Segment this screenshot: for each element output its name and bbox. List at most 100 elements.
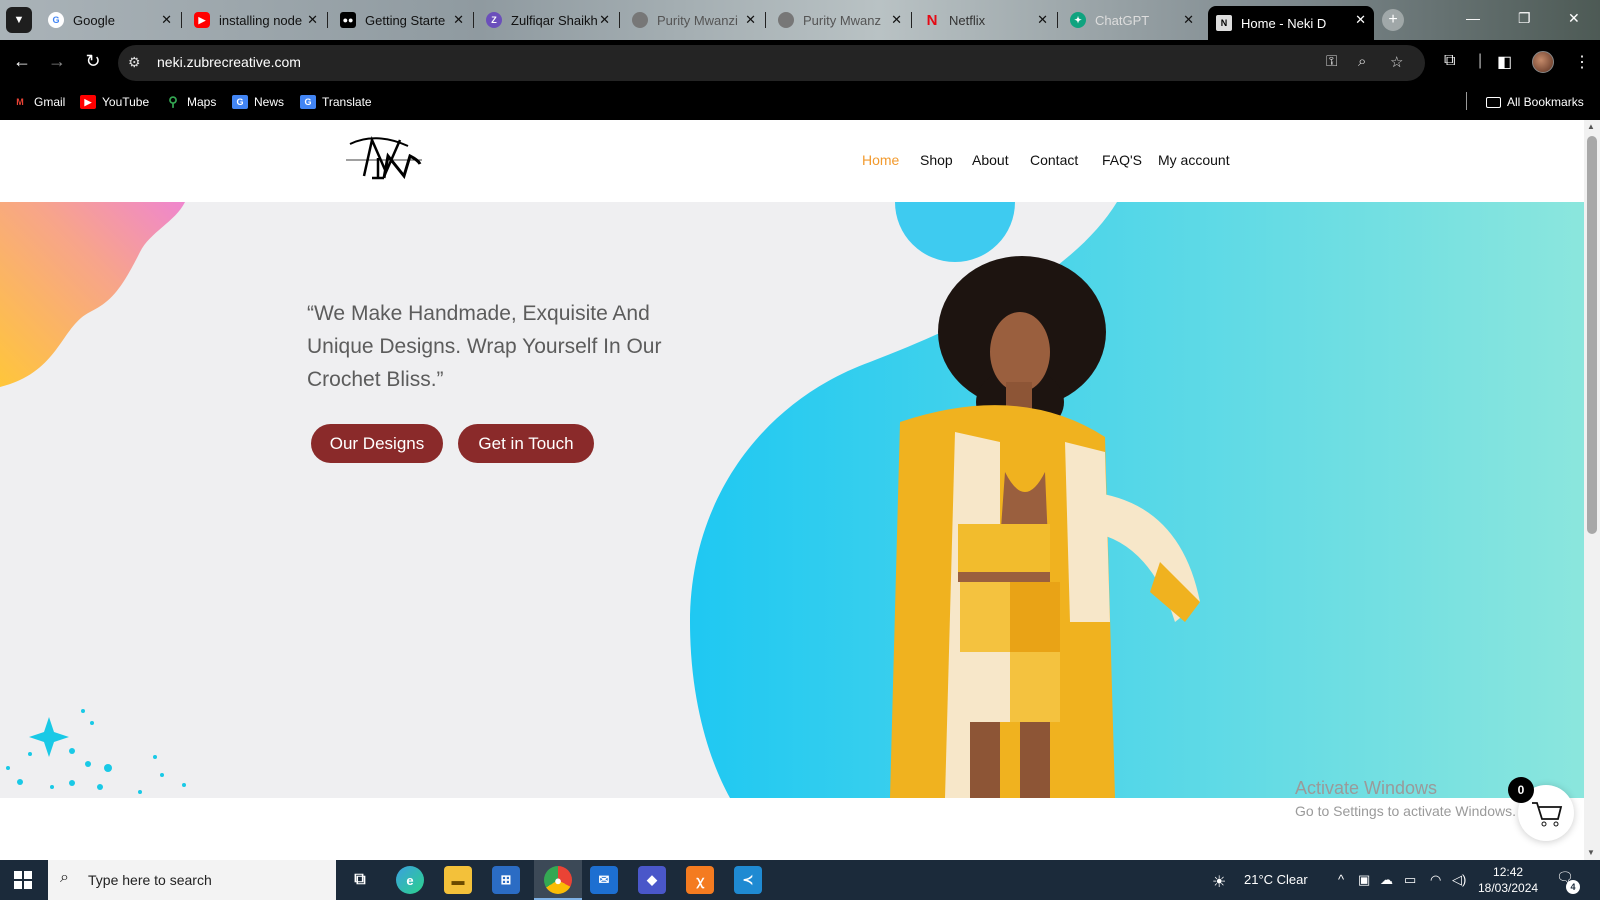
scroll-down-icon[interactable]: ▼ <box>1587 848 1595 857</box>
bookmark-youtube[interactable]: ▶ YouTube <box>80 95 149 109</box>
youtube-icon: ▶ <box>194 12 210 28</box>
tab-netflix[interactable]: N Netflix ✕ <box>916 6 1058 34</box>
restore-icon[interactable]: ❐ <box>1518 10 1531 27</box>
weather-text[interactable]: 21°C Clear <box>1244 872 1308 887</box>
windows-start-icon[interactable] <box>14 871 32 889</box>
close-icon[interactable]: ✕ <box>891 12 902 28</box>
tab-hashnode[interactable]: Z Zulfiqar Shaikh ✕ <box>478 6 620 34</box>
tab-profile-2[interactable]: Purity Mwanz ✕ <box>770 6 912 34</box>
weather-icon[interactable]: ☀ <box>1212 872 1226 892</box>
tab-title: Purity Mwanzi <box>657 12 738 28</box>
maps-icon: ⚲ <box>168 94 178 109</box>
chrome-icon[interactable]: ● <box>544 866 572 894</box>
news-icon: G <box>232 95 248 109</box>
tab-profile-1[interactable]: Purity Mwanzi ✕ <box>624 6 766 34</box>
volume-icon[interactable]: ◁) <box>1452 872 1466 888</box>
close-icon[interactable]: ✕ <box>745 12 756 28</box>
chatgpt-icon: ✦ <box>1070 12 1086 28</box>
copilot-icon[interactable]: ◆ <box>638 866 666 894</box>
our-designs-button[interactable]: Our Designs <box>311 424 443 463</box>
tab-neki-home[interactable]: N Home - Neki D ✕ <box>1208 6 1374 40</box>
file-explorer-icon[interactable]: ▬ <box>444 866 472 894</box>
scrollbar-thumb[interactable] <box>1587 136 1597 534</box>
get-in-touch-button[interactable]: Get in Touch <box>458 424 594 463</box>
all-bookmarks-button[interactable]: All Bookmarks <box>1486 95 1584 109</box>
onedrive-icon[interactable]: ☁ <box>1380 872 1393 888</box>
back-icon[interactable]: ← <box>10 51 34 72</box>
tab-title: Zulfiqar Shaikh <box>511 12 598 28</box>
nav-faqs[interactable]: FAQ'S <box>1102 152 1142 168</box>
edge-icon[interactable]: e <box>396 866 424 894</box>
close-icon[interactable]: ✕ <box>161 12 172 28</box>
side-panel-icon[interactable]: ◧ <box>1497 52 1512 72</box>
close-icon[interactable]: ✕ <box>307 12 318 28</box>
nav-shop[interactable]: Shop <box>920 152 953 168</box>
hero-background <box>0 202 1584 798</box>
close-icon[interactable]: ✕ <box>1183 12 1194 28</box>
watermark-title: Activate Windows <box>1295 778 1438 798</box>
bookmark-maps[interactable]: ⚲ Maps <box>165 94 216 109</box>
extensions-icon[interactable]: ⧉ <box>1444 52 1455 70</box>
close-icon[interactable]: ✕ <box>1037 12 1048 28</box>
cyan-wave-shape <box>690 202 1584 798</box>
screen: ▼ G Google ✕ ▶ installing node ✕ ●● Gett… <box>0 0 1600 900</box>
tab-search-button[interactable]: ▼ <box>6 7 32 33</box>
bookmark-star-icon[interactable]: ☆ <box>1390 53 1403 71</box>
nav-contact[interactable]: Contact <box>1030 152 1078 168</box>
youtube-icon: ▶ <box>80 95 96 109</box>
clock-time: 12:42 <box>1493 865 1524 879</box>
page-scrollbar[interactable]: ▲ ▼ <box>1584 120 1600 860</box>
netflix-icon: N <box>926 11 938 29</box>
bookmark-label: Gmail <box>34 95 66 109</box>
tab-chatgpt[interactable]: ✦ ChatGPT ✕ <box>1062 6 1202 34</box>
mail-icon[interactable]: ✉ <box>590 866 618 894</box>
reload-icon[interactable]: ↻ <box>81 51 105 72</box>
folder-icon <box>1486 96 1501 108</box>
sparkle-decoration <box>6 709 186 794</box>
address-bar[interactable]: ⚙ neki.zubrecreative.com ⚿ ⌕ ☆ <box>118 45 1425 81</box>
close-icon[interactable]: ✕ <box>453 12 464 28</box>
window-close-icon[interactable]: ✕ <box>1568 10 1580 27</box>
page-viewport: Home Shop About Contact FAQ'S My account <box>0 120 1584 860</box>
close-icon[interactable]: ✕ <box>1355 12 1366 28</box>
nav-home[interactable]: Home <box>862 152 899 168</box>
xampp-icon[interactable]: ꭓ <box>686 866 714 894</box>
task-view-icon[interactable]: ⧉ <box>346 866 374 894</box>
tab-google[interactable]: G Google ✕ <box>40 6 182 34</box>
password-key-icon[interactable]: ⚿ <box>1326 53 1337 70</box>
minimize-icon[interactable]: — <box>1466 10 1480 26</box>
bookmark-gmail[interactable]: M Gmail <box>12 95 65 109</box>
bookmark-label: Translate <box>322 95 372 109</box>
scroll-up-icon[interactable]: ▲ <box>1587 122 1595 131</box>
profile-avatar[interactable] <box>1532 51 1554 73</box>
url-text[interactable]: neki.zubrecreative.com <box>157 54 301 70</box>
forward-icon[interactable]: → <box>45 51 69 72</box>
tab-medium[interactable]: ●● Getting Starte ✕ <box>332 6 474 34</box>
tab-youtube[interactable]: ▶ installing node ✕ <box>186 6 328 34</box>
zoom-icon[interactable]: ⌕ <box>1358 53 1366 70</box>
battery-icon[interactable]: ▭ <box>1404 872 1416 888</box>
nav-about[interactable]: About <box>972 152 1009 168</box>
new-tab-button[interactable]: + <box>1382 9 1404 31</box>
toolbar-divider: | <box>1478 52 1483 69</box>
vscode-icon[interactable]: ≺ <box>734 866 762 894</box>
chevron-up-icon[interactable]: ^ <box>1338 872 1344 887</box>
close-icon[interactable]: ✕ <box>599 12 610 28</box>
menu-kebab-icon[interactable]: ⋮ <box>1574 52 1590 72</box>
site-info-icon[interactable]: ⚙ <box>128 54 141 71</box>
globe-icon <box>778 12 794 28</box>
wifi-icon[interactable]: ◠ <box>1430 872 1441 888</box>
medium-icon: ●● <box>340 12 356 28</box>
bookmark-translate[interactable]: G Translate <box>300 95 372 109</box>
microsoft-store-icon[interactable]: ⊞ <box>492 866 520 894</box>
nav-my-account[interactable]: My account <box>1158 152 1230 168</box>
bookmark-news[interactable]: G News <box>232 95 284 109</box>
neki-logo[interactable] <box>346 134 426 180</box>
neki-icon: N <box>1216 15 1232 31</box>
system-clock[interactable]: 12:42 18/03/2024 <box>1478 864 1538 896</box>
meet-now-icon[interactable]: ▣ <box>1358 872 1370 888</box>
bookmark-label: All Bookmarks <box>1507 95 1584 109</box>
taskbar-search-box[interactable]: ⌕ Type here to search <box>48 860 336 900</box>
hero-quote: “We Make Handmade, Exquisite And Unique … <box>307 302 662 391</box>
tab-title: installing node <box>219 12 303 28</box>
